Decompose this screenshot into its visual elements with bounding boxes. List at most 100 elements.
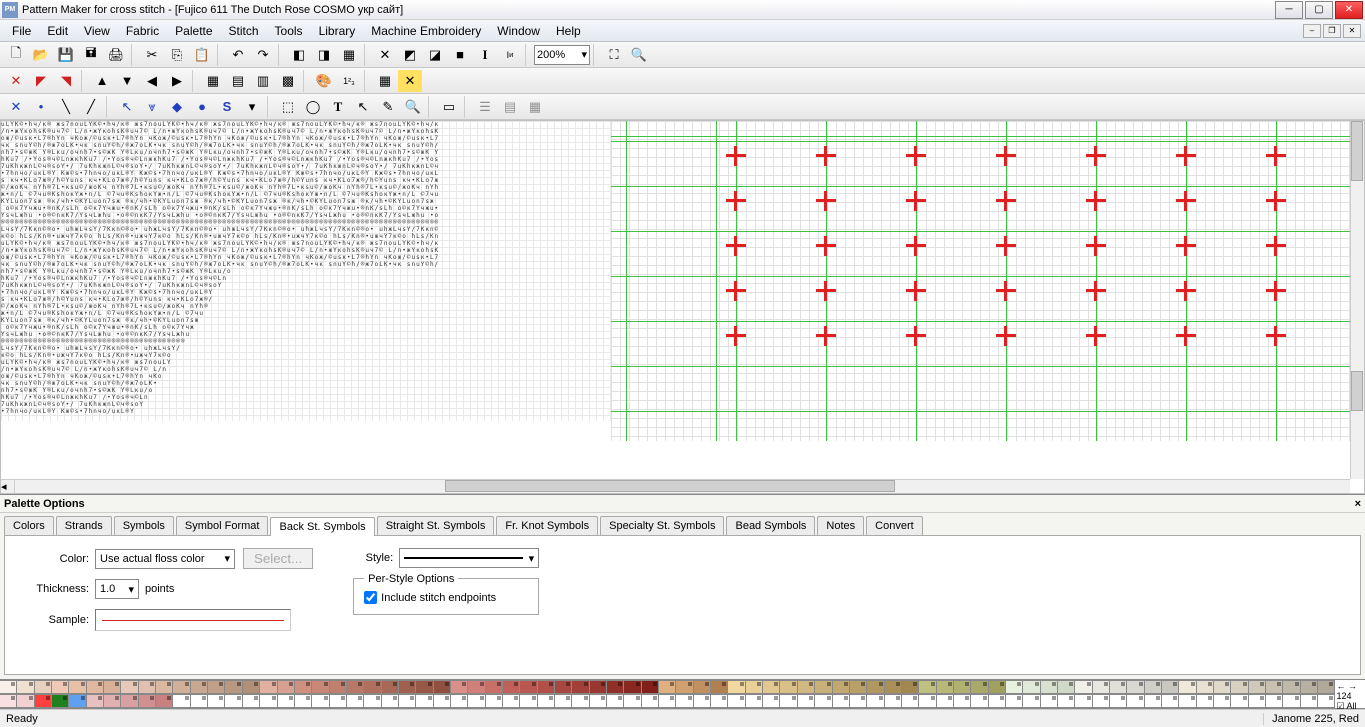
menu-tools[interactable]: Tools — [267, 22, 311, 40]
vertical-scrollbar[interactable] — [1350, 121, 1364, 479]
color-swatch[interactable] — [52, 694, 69, 708]
tab-strands[interactable]: Strands — [56, 516, 112, 535]
color-swatch[interactable] — [1023, 680, 1040, 694]
color-swatch[interactable] — [989, 694, 1006, 708]
color-swatch[interactable] — [173, 680, 190, 694]
color-swatch[interactable] — [1127, 680, 1144, 694]
color-swatch[interactable] — [1041, 694, 1058, 708]
color-swatch[interactable] — [659, 680, 676, 694]
color-swatch[interactable] — [746, 694, 763, 708]
color-swatch[interactable] — [35, 680, 52, 694]
close-button[interactable]: ✕ — [1335, 1, 1363, 19]
color-swatch[interactable] — [954, 680, 971, 694]
tool-a-icon[interactable]: ◧ — [287, 44, 311, 66]
color-swatch[interactable] — [919, 680, 936, 694]
color-swatch[interactable] — [1318, 694, 1335, 708]
color-swatch[interactable] — [1006, 694, 1023, 708]
color-swatch[interactable] — [711, 680, 728, 694]
color-swatch[interactable] — [451, 680, 468, 694]
select-ellipse-icon[interactable]: ◯ — [301, 96, 325, 118]
highlight-icon[interactable]: ✕ — [398, 70, 422, 92]
select-rect-icon[interactable]: ⬚ — [276, 96, 300, 118]
grid-toggle-icon[interactable]: ▦ — [373, 70, 397, 92]
strip-nav[interactable]: ← → — [1336, 681, 1364, 691]
color-swatch[interactable] — [885, 694, 902, 708]
color-swatch[interactable] — [902, 694, 919, 708]
color-swatch[interactable] — [503, 694, 520, 708]
color-swatch[interactable] — [607, 680, 624, 694]
color-swatch[interactable] — [416, 694, 433, 708]
color-swatch[interactable] — [104, 680, 121, 694]
color-swatch[interactable] — [1075, 680, 1092, 694]
tab-bead-symbols[interactable]: Bead Symbols — [726, 516, 815, 535]
color-swatch[interactable] — [1231, 680, 1248, 694]
tab-colors[interactable]: Colors — [4, 516, 54, 535]
minimize-button[interactable]: ─ — [1275, 1, 1303, 19]
color-swatch[interactable] — [1162, 694, 1179, 708]
mdi-minimize[interactable]: – — [1303, 24, 1321, 38]
undo-icon[interactable]: ↶ — [226, 44, 250, 66]
color-swatch[interactable] — [173, 694, 190, 708]
grid-b-icon[interactable]: ▤ — [226, 70, 250, 92]
maximize-button[interactable]: ▢ — [1305, 1, 1333, 19]
color-swatch[interactable] — [1093, 694, 1110, 708]
color-swatch[interactable] — [1145, 680, 1162, 694]
color-swatch[interactable] — [971, 694, 988, 708]
mdi-close[interactable]: ✕ — [1343, 24, 1361, 38]
color-swatch[interactable] — [746, 680, 763, 694]
color-swatch[interactable] — [1249, 694, 1266, 708]
color-swatch[interactable] — [590, 680, 607, 694]
color-swatch[interactable] — [711, 694, 728, 708]
color-swatch[interactable] — [676, 680, 693, 694]
menu-file[interactable]: File — [4, 22, 39, 40]
color-swatch[interactable] — [312, 694, 329, 708]
color-swatch[interactable] — [642, 694, 659, 708]
eyedrop-icon[interactable]: ✎ — [376, 96, 400, 118]
menu-view[interactable]: View — [76, 22, 118, 40]
color-swatch[interactable] — [191, 694, 208, 708]
color-swatch[interactable] — [434, 680, 451, 694]
color-swatch[interactable] — [833, 680, 850, 694]
menu-library[interactable]: Library — [311, 22, 364, 40]
text-i-icon[interactable]: I — [473, 44, 497, 66]
color-swatch[interactable] — [1266, 680, 1283, 694]
canvas[interactable]: uLYK©•hч/к® жs7nouLYK©•hч/к® жs7nouLYK©•… — [0, 120, 1365, 494]
numbers-icon[interactable]: 1²₃ — [337, 70, 361, 92]
menu-fabric[interactable]: Fabric — [118, 22, 167, 40]
color-swatch[interactable] — [347, 680, 364, 694]
color-swatch[interactable] — [833, 694, 850, 708]
color-swatch[interactable] — [798, 694, 815, 708]
tab-notes[interactable]: Notes — [817, 516, 864, 535]
color-swatch[interactable] — [104, 694, 121, 708]
color-swatch[interactable] — [1318, 680, 1335, 694]
color-swatch[interactable] — [208, 680, 225, 694]
color-swatch[interactable] — [139, 680, 156, 694]
color-swatch[interactable] — [0, 680, 17, 694]
color-swatch[interactable] — [520, 694, 537, 708]
tab-straight-st--symbols[interactable]: Straight St. Symbols — [377, 516, 495, 535]
color-swatch[interactable] — [1145, 694, 1162, 708]
color-swatch[interactable] — [1023, 694, 1040, 708]
color-swatch[interactable] — [624, 694, 641, 708]
color-swatch[interactable] — [954, 694, 971, 708]
pointer-icon[interactable]: ↖ — [351, 96, 375, 118]
color-swatch[interactable] — [867, 694, 884, 708]
color-swatch[interactable] — [694, 694, 711, 708]
palette-close-icon[interactable]: × — [1355, 498, 1361, 510]
color-swatch[interactable] — [156, 694, 173, 708]
color-swatch[interactable] — [728, 680, 745, 694]
tab-fr--knot-symbols[interactable]: Fr. Knot Symbols — [496, 516, 598, 535]
color-swatch[interactable] — [676, 694, 693, 708]
color-swatch[interactable] — [1179, 694, 1196, 708]
tab-back-st--symbols[interactable]: Back St. Symbols — [270, 517, 374, 536]
color-swatch[interactable] — [17, 680, 34, 694]
menu-palette[interactable]: Palette — [167, 22, 220, 40]
color-swatch[interactable] — [52, 680, 69, 694]
color-combo[interactable]: Use actual floss color▾ — [95, 549, 235, 569]
color-swatch[interactable] — [1283, 694, 1300, 708]
color-swatch[interactable] — [278, 680, 295, 694]
color-swatch[interactable] — [382, 680, 399, 694]
color-swatch[interactable] — [624, 680, 641, 694]
menu-edit[interactable]: Edit — [39, 22, 76, 40]
color-swatch[interactable] — [364, 680, 381, 694]
